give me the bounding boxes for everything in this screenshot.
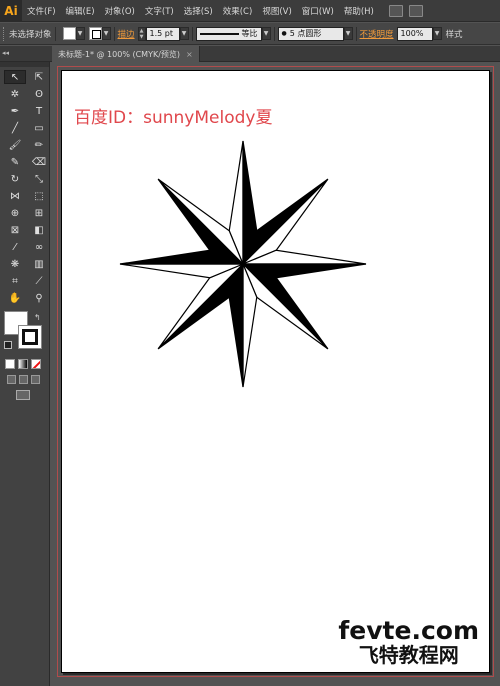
- opacity-field[interactable]: 100%: [396, 26, 433, 41]
- opacity-dropdown[interactable]: ▼: [432, 27, 442, 40]
- column-graph-tool[interactable]: ▥: [28, 257, 50, 271]
- menu-object[interactable]: 对象(O): [100, 5, 140, 17]
- document-tab-title: 未标题-1* @ 100% (CMYK/预览): [58, 49, 181, 59]
- paintbrush-tool[interactable]: 🖌: [4, 138, 26, 152]
- symbol-sprayer-tool[interactable]: ❋: [4, 257, 26, 271]
- draw-normal-icon[interactable]: [7, 375, 16, 384]
- width-tool[interactable]: ⋈: [4, 189, 26, 203]
- artboard-tool[interactable]: ⌗: [4, 274, 26, 288]
- stroke-dropdown[interactable]: ▼: [101, 27, 111, 40]
- canvas-area[interactable]: 百度ID：sunnyMelody夏 fevte.com 飞特教程网: [51, 62, 500, 686]
- menu-select[interactable]: 选择(S): [179, 5, 218, 17]
- zoom-tool[interactable]: ⚲: [28, 291, 50, 305]
- stroke-weight-field[interactable]: 1.5 pt: [145, 26, 180, 41]
- draw-mode-row: [7, 375, 49, 384]
- scale-tool[interactable]: ⤡: [28, 172, 50, 186]
- lasso-tool[interactable]: ʘ: [28, 87, 50, 101]
- brush-definition-field[interactable]: ● 5 点圆形: [277, 26, 344, 41]
- profile-line: [199, 32, 239, 35]
- menu-type[interactable]: 文字(T): [140, 5, 179, 17]
- stroke-swatch[interactable]: [88, 27, 102, 40]
- blob-brush-tool[interactable]: ✎: [4, 155, 26, 169]
- bridge-icon[interactable]: [388, 4, 403, 17]
- eyedropper-tool[interactable]: ⁄: [4, 240, 26, 254]
- selection-tool[interactable]: ↖: [4, 70, 26, 84]
- brush-label: 5 点圆形: [289, 29, 322, 38]
- pencil-tool[interactable]: ✏: [28, 138, 50, 152]
- menu-window[interactable]: 窗口(W): [297, 5, 339, 17]
- mesh-tool[interactable]: ⊠: [4, 223, 26, 237]
- eraser-tool[interactable]: ⌫: [28, 155, 50, 169]
- swap-fill-stroke-icon[interactable]: ↰: [34, 313, 41, 322]
- menu-help[interactable]: 帮助(H): [339, 5, 379, 17]
- app-logo[interactable]: Ai: [0, 0, 22, 22]
- magic-wand-tool[interactable]: ✲: [4, 87, 26, 101]
- fill-dropdown[interactable]: ▼: [75, 27, 85, 40]
- pen-tool[interactable]: ✒: [4, 104, 26, 118]
- fill-stroke-controls: ↰: [4, 311, 46, 353]
- site-watermark-cn: 飞特教程网: [358, 643, 459, 667]
- menu-view[interactable]: 视图(V): [257, 5, 296, 17]
- stroke-panel-link[interactable]: 描边: [118, 28, 135, 40]
- brush-dot-icon: ●: [281, 30, 287, 37]
- menu-bar: Ai 文件(F) 编辑(E) 对象(O) 文字(T) 选择(S) 效果(C) 视…: [0, 0, 500, 22]
- line-segment-tool[interactable]: ╱: [4, 121, 26, 135]
- rectangle-tool[interactable]: ▭: [28, 121, 50, 135]
- screen-mode-icon[interactable]: [16, 390, 30, 400]
- site-watermark-en: fevte.com: [338, 616, 479, 645]
- fill-swatch[interactable]: [62, 27, 76, 40]
- menu-effect[interactable]: 效果(C): [218, 5, 258, 17]
- direct-selection-tool[interactable]: ⇱: [28, 70, 50, 84]
- site-watermark: fevte.com 飞特教程网: [338, 616, 479, 667]
- arrange-documents-icon[interactable]: [408, 4, 423, 17]
- color-mode-icon[interactable]: [5, 359, 15, 369]
- close-tab-icon[interactable]: ×: [186, 50, 193, 59]
- stroke-color-box[interactable]: [18, 325, 42, 349]
- opacity-panel-link[interactable]: 不透明度: [360, 28, 394, 40]
- slice-tool[interactable]: ⟋: [28, 274, 50, 288]
- menu-file[interactable]: 文件(F): [22, 5, 61, 17]
- type-tool[interactable]: T: [28, 104, 50, 118]
- document-tab-bar: ◂◂ 未标题-1* @ 100% (CMYK/预览) ×: [0, 46, 500, 62]
- hand-tool[interactable]: ✋: [4, 291, 26, 305]
- shape-builder-tool[interactable]: ⊕: [4, 206, 26, 220]
- artboard[interactable]: 百度ID：sunnyMelody夏 fevte.com 飞特教程网: [61, 70, 490, 673]
- profile-dropdown[interactable]: ▼: [261, 27, 271, 40]
- stroke-weight-spinner[interactable]: ▲ ▼: [137, 26, 146, 41]
- variable-width-profile[interactable]: 等比: [195, 26, 262, 41]
- free-transform-tool[interactable]: ⬚: [28, 189, 50, 203]
- gradient-mode-icon[interactable]: [18, 359, 28, 369]
- brush-dropdown[interactable]: ▼: [343, 27, 353, 40]
- rotate-tool[interactable]: ↻: [4, 172, 26, 186]
- blend-tool[interactable]: ∞: [28, 240, 50, 254]
- eight-point-star[interactable]: [62, 71, 491, 674]
- color-mode-row: [5, 359, 49, 369]
- perspective-grid-tool[interactable]: ⊞: [28, 206, 50, 220]
- default-fill-stroke-icon[interactable]: [4, 341, 12, 349]
- panel-grip[interactable]: [3, 26, 5, 41]
- stroke-weight-dropdown[interactable]: ▼: [179, 27, 189, 40]
- profile-label: 等比: [241, 29, 258, 38]
- control-bar: 未选择对象 ▼ ▼ 描边 ▲ ▼ 1.5 pt ▼ 等比 ▼ ● 5 点圆形 ▼ 不…: [0, 23, 500, 45]
- document-tab[interactable]: 未标题-1* @ 100% (CMYK/预览) ×: [52, 46, 200, 62]
- menu-edit[interactable]: 编辑(E): [61, 5, 100, 17]
- draw-inside-icon[interactable]: [31, 375, 40, 384]
- gradient-tool[interactable]: ◧: [28, 223, 50, 237]
- tools-panel: ↖ ⇱ ✲ ʘ ✒ T ╱ ▭ 🖌 ✏ ✎ ⌫ ↻ ⤡ ⋈ ⬚ ⊕ ⊞ ⊠ ◧ ⁄ ∞ ❋ ▥ ⌗ ⟋ ✋ ⚲ ↰: [0, 62, 50, 686]
- none-mode-icon[interactable]: [31, 359, 41, 369]
- collapse-panel-icon[interactable]: ◂◂: [2, 49, 9, 57]
- star-artwork: [119, 140, 367, 388]
- tool-grid: ↖ ⇱ ✲ ʘ ✒ T ╱ ▭ 🖌 ✏ ✎ ⌫ ↻ ⤡ ⋈ ⬚ ⊕ ⊞ ⊠ ◧ ⁄ ∞ ❋ ▥ ⌗ ⟋ ✋ ⚲: [0, 67, 49, 305]
- draw-behind-icon[interactable]: [19, 375, 28, 384]
- selection-status: 未选择对象: [9, 29, 52, 40]
- style-label[interactable]: 样式: [446, 28, 463, 40]
